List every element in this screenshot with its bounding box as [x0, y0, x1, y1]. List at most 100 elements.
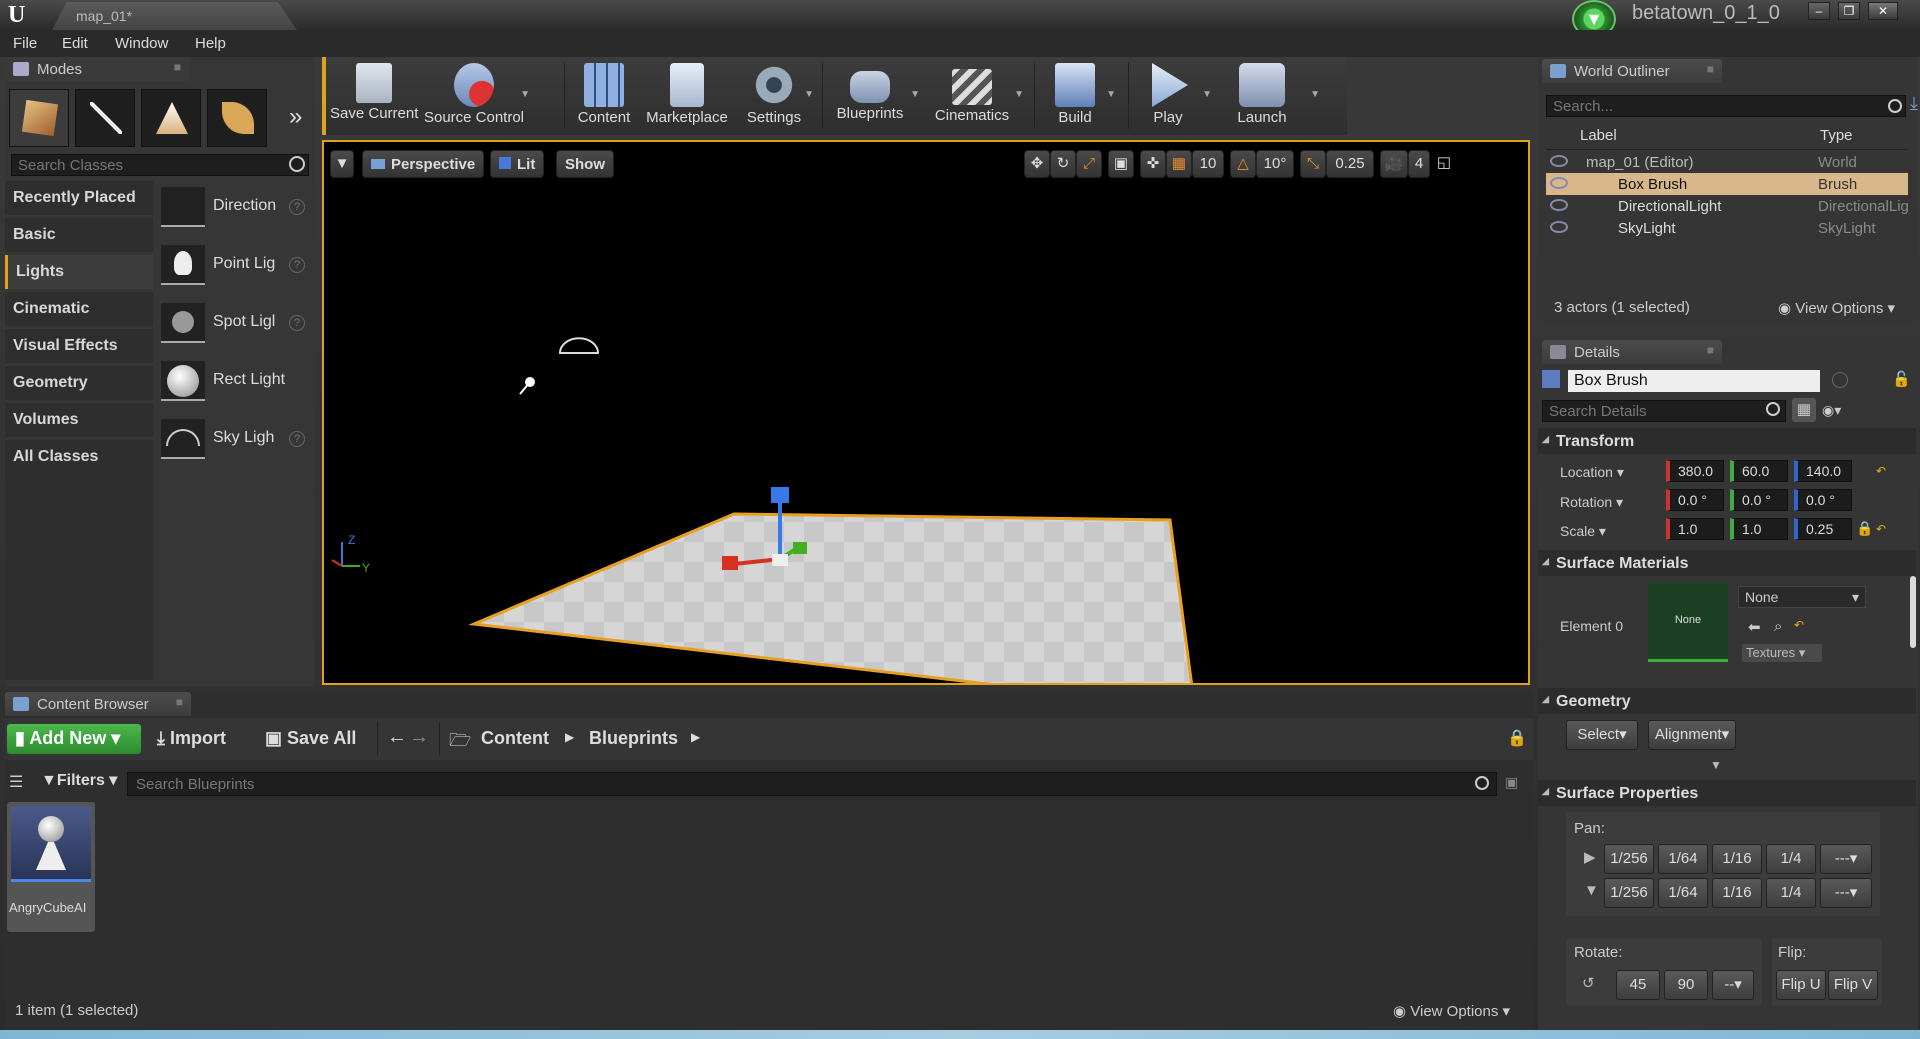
rotate-45-button[interactable]: 45 [1616, 970, 1660, 1000]
scale-y-field[interactable]: 1.0 [1730, 518, 1788, 540]
place-item-directional-light[interactable]: Direction ? [157, 181, 311, 237]
pan-u-1-64[interactable]: 1/64 [1658, 844, 1708, 874]
help-icon[interactable] [1832, 372, 1848, 388]
outliner-row-directional-light[interactable]: DirectionalLight DirectionalLig [1546, 195, 1909, 217]
breadcrumb-blueprints[interactable]: Blueprints [589, 728, 678, 749]
rotation-z-field[interactable]: 0.0 ° [1794, 489, 1852, 511]
material-thumbnail[interactable]: None [1648, 582, 1728, 662]
blueprints-button[interactable]: Blueprints ▼ [830, 59, 920, 133]
chevron-down-icon[interactable]: ▼ [1106, 89, 1116, 100]
scale-z-field[interactable]: 0.25 [1794, 518, 1852, 540]
category-cinematic[interactable]: Cinematic [5, 292, 153, 326]
place-item-point-light[interactable]: Point Lig ? [157, 239, 311, 295]
use-selected-arrow-icon[interactable]: ⬅ [1748, 618, 1761, 636]
expand-advanced-icon[interactable]: ▼ [1710, 758, 1722, 772]
browse-search-icon[interactable]: ⌕ [1774, 618, 1782, 635]
property-matrix-icon[interactable]: ▦ [1792, 398, 1816, 422]
rotation-label[interactable]: Rotation ▾ [1560, 494, 1623, 511]
landscape-mode-button[interactable] [141, 89, 201, 147]
rotate-custom-button[interactable]: --▾ [1712, 970, 1754, 1000]
sky-light-sprite[interactable] [558, 337, 600, 354]
category-lights[interactable]: Lights [5, 255, 153, 289]
surface-materials-section[interactable]: Surface Materials [1538, 550, 1916, 576]
foliage-mode-button[interactable] [207, 89, 267, 147]
rotation-y-field[interactable]: 0.0 ° [1730, 489, 1788, 511]
settings-button[interactable]: Settings ▼ [742, 59, 814, 133]
chevron-down-icon[interactable]: ▼ [1202, 89, 1212, 100]
play-button[interactable]: Play ▼ [1136, 59, 1212, 133]
visibility-eye-icon[interactable] [1550, 177, 1568, 189]
chevron-down-icon[interactable]: ▼ [1014, 89, 1024, 100]
content-button[interactable]: Content [570, 59, 638, 133]
paint-mode-button[interactable] [75, 89, 135, 147]
outliner-row-world[interactable]: map_01 (Editor) World [1546, 151, 1908, 173]
select-dropdown-button[interactable]: Select▾ [1566, 720, 1638, 750]
visibility-eye-icon[interactable] [1550, 221, 1568, 233]
minimize-button[interactable]: – [1808, 2, 1830, 20]
search-classes-input[interactable]: Search Classes [11, 154, 309, 176]
chevron-down-icon[interactable]: ▼ [1310, 89, 1320, 100]
breadcrumb-content[interactable]: Content [481, 728, 549, 749]
pan-u-1-16[interactable]: 1/16 [1712, 844, 1762, 874]
scale-label[interactable]: Scale ▾ [1560, 523, 1606, 540]
pan-u-1-4[interactable]: 1/4 [1766, 844, 1816, 874]
help-icon[interactable]: ? [289, 257, 305, 273]
category-all-classes[interactable]: All Classes [5, 440, 153, 680]
category-geometry[interactable]: Geometry [5, 366, 153, 400]
level-viewport[interactable]: ▼ Perspective Lit Show ✥ ↻ ⤢ ▣ ✜ ▦ 10 △ … [322, 140, 1530, 685]
close-icon[interactable]: ■ [176, 695, 183, 709]
search-blueprints-input[interactable]: Search Blueprints [127, 772, 1497, 796]
category-basic[interactable]: Basic [5, 218, 153, 252]
pan-v-custom[interactable]: ---▾ [1820, 878, 1872, 908]
back-arrow-icon[interactable]: ← [387, 726, 407, 749]
help-icon[interactable]: ? [289, 315, 305, 331]
menu-window[interactable]: Window [115, 35, 168, 52]
save-current-button[interactable]: Save Current [330, 59, 418, 133]
source-control-button[interactable]: Source Control ▼ [422, 59, 530, 133]
filters-button[interactable]: ▼Filters ▾ [41, 770, 117, 790]
close-icon[interactable]: ■ [174, 60, 181, 74]
view-options-button[interactable]: ◉ View Options ▾ [1778, 299, 1895, 317]
place-item-spot-light[interactable]: Spot Ligl ? [157, 297, 311, 353]
eye-options-icon[interactable]: ◉▾ [1822, 402, 1841, 419]
location-label[interactable]: Location ▾ [1560, 464, 1624, 481]
import-button[interactable]: ⤓ Import [157, 728, 226, 749]
lock-icon[interactable]: 🔓 [1892, 370, 1911, 388]
close-icon[interactable]: ■ [1707, 62, 1714, 76]
chevron-down-icon[interactable]: ▼ [910, 89, 920, 100]
document-tab[interactable]: map_01* [52, 2, 297, 30]
details-tab[interactable]: Details ■ [1542, 340, 1722, 364]
cinematics-button[interactable]: Cinematics ▼ [930, 59, 1024, 133]
save-search-icon[interactable]: ▣ [1505, 774, 1518, 791]
breadcrumb-separator-icon[interactable]: ▶ [691, 730, 700, 744]
chevron-down-icon[interactable]: ▼ [804, 89, 814, 100]
directional-light-sprite[interactable] [519, 377, 535, 395]
box-brush-floor[interactable] [468, 512, 1193, 685]
flip-v-button[interactable]: Flip V [1828, 970, 1878, 1000]
category-volumes[interactable]: Volumes [5, 403, 153, 437]
menu-file[interactable]: File [13, 35, 37, 52]
place-item-rect-light[interactable]: Rect Light [157, 355, 311, 411]
build-button[interactable]: Build ▼ [1040, 59, 1116, 133]
add-new-button[interactable]: ▮ Add New ▾ [7, 724, 141, 754]
content-browser-tab[interactable]: Content Browser ■ [5, 692, 191, 716]
search-details-input[interactable]: Search Details [1542, 400, 1786, 422]
alignment-dropdown-button[interactable]: Alignment▾ [1648, 720, 1736, 750]
location-z-field[interactable]: 140.0 [1794, 460, 1852, 482]
reset-location-icon[interactable]: ↶ [1876, 464, 1886, 478]
breadcrumb-separator-icon[interactable]: ▶ [565, 730, 574, 744]
pan-v-1-256[interactable]: 1/256 [1604, 878, 1654, 908]
category-recently-placed[interactable]: Recently Placed [5, 181, 153, 215]
location-x-field[interactable]: 380.0 [1666, 460, 1724, 482]
column-label[interactable]: Label [1580, 127, 1617, 144]
lock-icon[interactable]: 🔒 [1507, 728, 1527, 748]
add-folder-icon[interactable]: ⤓ [1910, 93, 1918, 114]
outliner-row-box-brush[interactable]: Box Brush Brush [1546, 173, 1908, 195]
cb-view-options-button[interactable]: ◉ View Options ▾ [1393, 1002, 1510, 1020]
rotate-90-button[interactable]: 90 [1664, 970, 1708, 1000]
place-item-sky-light[interactable]: Sky Ligh ? [157, 413, 311, 469]
object-name-field[interactable]: Box Brush [1568, 370, 1820, 392]
pan-v-1-16[interactable]: 1/16 [1712, 878, 1762, 908]
textures-dropdown[interactable]: Textures ▾ [1742, 644, 1822, 662]
flip-u-button[interactable]: Flip U [1776, 970, 1826, 1000]
